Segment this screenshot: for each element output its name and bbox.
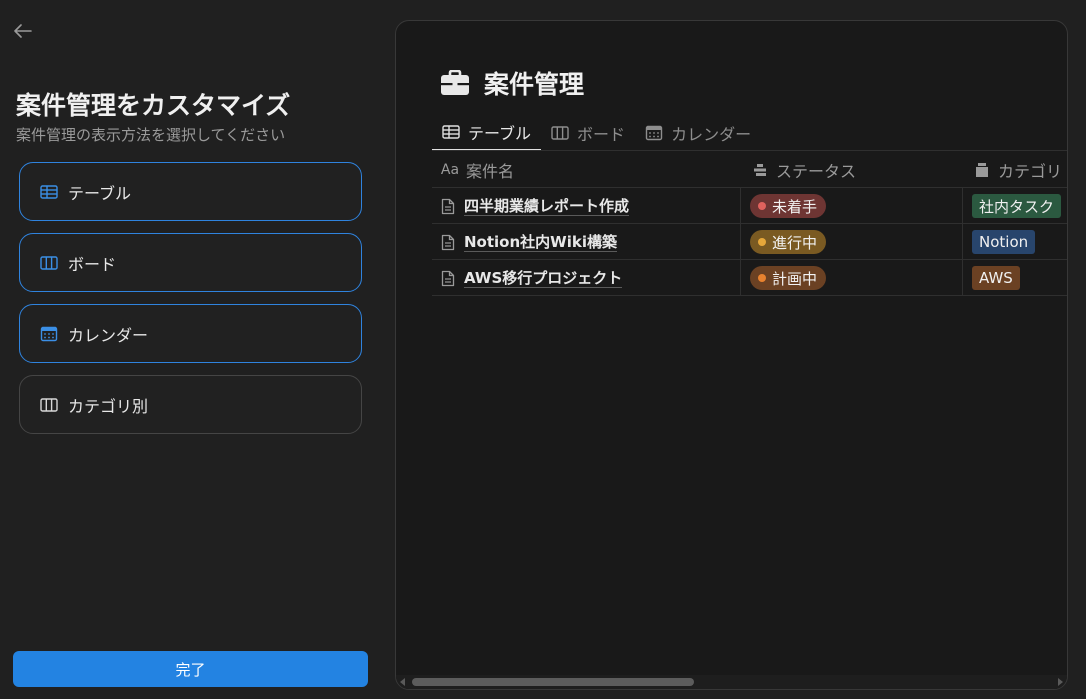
horizontal-scrollbar[interactable] — [396, 675, 1067, 689]
board-icon — [40, 254, 58, 272]
status-label: 進行中 — [772, 233, 818, 252]
table-row[interactable]: 四半期業績レポート作成 未着手 社内タスク — [432, 188, 1067, 224]
status-dot — [758, 202, 766, 210]
row-title[interactable]: AWS移行プロジェクト — [464, 269, 623, 288]
status-dot — [758, 274, 766, 282]
view-option-table[interactable]: テーブル — [19, 162, 362, 221]
database-preview: 案件管理 テーブル ボード カレンダー Aa 案件名 ステータス カテゴリ 四半… — [395, 20, 1068, 690]
name-cell[interactable]: AWS移行プロジェクト — [432, 260, 741, 296]
tab-label: テーブル — [468, 124, 532, 143]
column-header-category[interactable]: カテゴリ — [963, 152, 1067, 188]
table-row[interactable]: AWS移行プロジェクト 計画中 AWS — [432, 260, 1067, 296]
database-header: 案件管理 — [440, 65, 584, 101]
done-button[interactable]: 完了 — [13, 651, 368, 687]
view-option-label: ボード — [68, 254, 117, 274]
status-cell[interactable]: 未着手 — [741, 188, 963, 224]
table-row[interactable]: Notion社内Wiki構築 進行中 Notion — [432, 224, 1067, 260]
view-option-category[interactable]: カテゴリ別 — [19, 375, 362, 434]
status-cell[interactable]: 進行中 — [741, 224, 963, 260]
arrow-left-icon — [14, 24, 32, 38]
status-icon — [750, 161, 770, 179]
status-label: 計画中 — [772, 269, 818, 288]
view-option-label: テーブル — [68, 183, 132, 203]
table-header: Aa 案件名 ステータス カテゴリ — [432, 152, 1067, 188]
select-icon — [972, 161, 992, 179]
column-header-label: 案件名 — [466, 162, 515, 181]
category-tag: Notion — [972, 230, 1036, 254]
view-option-board[interactable]: ボード — [19, 233, 362, 292]
tab-table[interactable]: テーブル — [432, 115, 542, 151]
column-header-label: カテゴリ — [998, 162, 1063, 181]
table-icon — [442, 123, 460, 141]
page-icon — [440, 269, 456, 287]
name-cell[interactable]: 四半期業績レポート作成 — [432, 188, 741, 224]
tab-label: ボード — [577, 125, 626, 144]
page-icon — [440, 197, 456, 215]
status-badge: 未着手 — [750, 194, 827, 218]
tabs-divider — [432, 150, 1067, 151]
row-title[interactable]: Notion社内Wiki構築 — [464, 233, 617, 252]
briefcase-icon — [440, 68, 470, 98]
calendar-icon — [40, 325, 58, 343]
status-label: 未着手 — [772, 197, 818, 216]
text-property-icon: Aa — [440, 162, 460, 178]
view-option-label: カレンダー — [68, 325, 149, 345]
page-title: 案件管理をカスタマイズ — [16, 91, 291, 120]
calendar-icon — [645, 124, 663, 142]
category-tag: 社内タスク — [972, 194, 1062, 218]
view-tabs: テーブル ボード カレンダー — [432, 115, 761, 151]
status-badge: 進行中 — [750, 230, 827, 254]
table-icon — [40, 183, 58, 201]
category-cell[interactable]: 社内タスク — [963, 188, 1067, 224]
view-option-label: カテゴリ別 — [68, 396, 149, 416]
database-table: Aa 案件名 ステータス カテゴリ 四半期業績レポート作成 未着手 社内タスク … — [432, 152, 1067, 296]
category-cell[interactable]: AWS — [963, 260, 1067, 296]
status-badge: 計画中 — [750, 266, 827, 290]
customize-panel: 案件管理をカスタマイズ 案件管理の表示方法を選択してください テーブル ボード — [0, 0, 380, 699]
column-header-status[interactable]: ステータス — [741, 152, 963, 188]
scroll-left-icon[interactable] — [400, 678, 405, 686]
category-tag: AWS — [972, 266, 1020, 290]
tab-label: カレンダー — [671, 125, 752, 144]
column-header-label: ステータス — [776, 162, 857, 181]
tab-calendar[interactable]: カレンダー — [635, 115, 761, 151]
category-cell[interactable]: Notion — [963, 224, 1067, 260]
board-icon — [40, 396, 58, 414]
column-header-name[interactable]: Aa 案件名 — [432, 152, 741, 188]
page-subtitle: 案件管理の表示方法を選択してください — [16, 126, 286, 144]
scrollbar-thumb[interactable] — [412, 678, 694, 686]
database-title: 案件管理 — [484, 70, 585, 99]
back-button[interactable] — [12, 20, 34, 42]
page-icon — [440, 233, 456, 251]
board-icon — [551, 124, 569, 142]
name-cell[interactable]: Notion社内Wiki構築 — [432, 224, 741, 260]
tab-board[interactable]: ボード — [541, 115, 635, 151]
row-title[interactable]: 四半期業績レポート作成 — [464, 197, 630, 216]
status-cell[interactable]: 計画中 — [741, 260, 963, 296]
scroll-right-icon[interactable] — [1058, 678, 1063, 686]
status-dot — [758, 238, 766, 246]
view-option-calendar[interactable]: カレンダー — [19, 304, 362, 363]
